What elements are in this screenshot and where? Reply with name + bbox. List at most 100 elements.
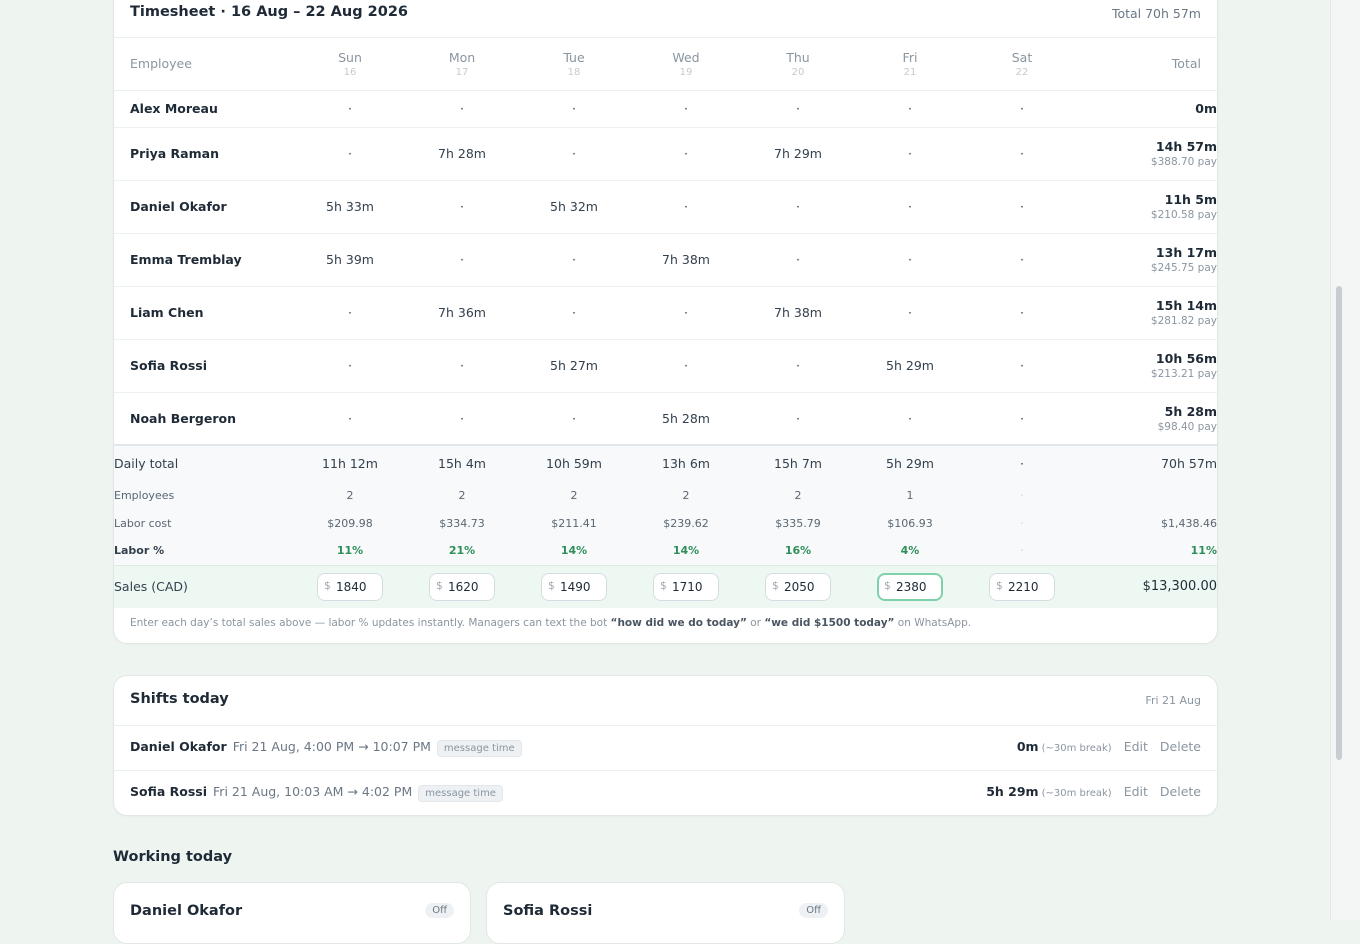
scrollbar-thumb[interactable] [1336,286,1342,760]
daily-total-row: Daily total 11h 12m 15h 4m 10h 59m 13h 6m 15h… [114,445,1217,481]
labor-cost-row: Labor cost $209.98 $334.73 $211.41 $239.62 $3… [114,509,1217,537]
working-employee-name: Sofia Rossi [503,903,593,919]
employee-total-hours: 10h 56m [1155,351,1217,366]
day-number: 18 [567,66,581,78]
hours-cell-thu: · [796,252,800,267]
dollar-icon: $ [548,579,555,592]
day-header-sat: Sat 22 [966,38,1078,90]
summary-cell-sun: 11% [336,544,364,558]
hours-cell-fri: · [908,252,912,267]
summary-cell-tue: 2 [570,488,578,502]
hours-cell-sun: · [348,358,352,373]
sales-input-box[interactable]: $ [317,572,383,601]
sales-cell-tue: $ [518,565,630,608]
employee-row: Alex Moreau · · · · · · · 0m [114,90,1217,127]
sales-cell-sun: $ [294,565,406,608]
table-header-row: Employee Sun 16 Mon 17 Tue 18 Wed 19 Thu 20 F… [114,38,1217,90]
day-name: Fri [902,49,918,65]
sales-input-fri[interactable] [896,576,938,597]
shifts-today-card: Shifts today Fri 21 Aug Daniel Okafor Fri… [113,675,1218,816]
summary-cell-tue: $211.41 [551,516,597,530]
hours-cell-tue: · [572,101,576,116]
shifts-title: Shifts today [130,691,229,707]
delete-shift-button[interactable]: Delete [1160,739,1201,754]
sales-cell-thu: $ [742,565,854,608]
hours-cell-tue: · [572,305,576,320]
sales-input-box[interactable]: $ [653,572,719,601]
hours-cell-sat: · [1020,146,1024,161]
timesheet-week-total: Total 70h 57m [1111,6,1201,21]
summary-cell-sun: 11h 12m [322,456,378,471]
summary-cell-fri: $106.93 [887,516,933,530]
working-employee-card[interactable]: Sofia Rossi Off [486,882,845,944]
edit-shift-button[interactable]: Edit [1124,784,1148,799]
dollar-icon: $ [884,579,891,592]
hours-cell-thu: 7h 29m [774,146,822,161]
working-employee-card[interactable]: Daniel Okafor Off [113,882,471,944]
sales-input-box[interactable]: $ [429,572,495,601]
sales-input-thu[interactable] [784,576,826,597]
page-scrollbar[interactable] [1330,0,1360,920]
timesheet-card: Timesheet · 16 Aug – 22 Aug 2026 Total 7… [113,0,1218,644]
sales-input-box[interactable]: $ [541,572,607,601]
sales-input-mon[interactable] [448,576,490,597]
summary-cell-wed: $239.62 [663,516,709,530]
employee-total-pay: $98.40 pay [1157,420,1217,433]
employee-row: Noah Bergeron · · · 5h 28m · · · 5h 28m $98.40 pa… [114,392,1217,445]
edit-shift-button[interactable]: Edit [1124,739,1148,754]
employee-name: Priya Raman [130,146,219,161]
timesheet-table: Employee Sun 16 Mon 17 Tue 18 Wed 19 Thu 20 F… [114,38,1217,608]
note-text-2: or [746,617,765,629]
employee-total-hours: 0m [1195,101,1217,116]
sales-input-box[interactable]: $ [765,572,831,601]
day-number: 21 [903,66,917,78]
shift-row: Daniel Okafor Fri 21 Aug, 4:00 PM → 10:07… [114,726,1217,771]
hours-cell-mon: · [460,199,464,214]
employee-total-cell: 15h 14m $281.82 pay [1078,286,1217,339]
sales-input-box[interactable]: $ [877,572,943,601]
note-example-1: “how did we do today” [610,617,747,629]
sales-total: $13,300.00 [1142,579,1217,595]
day-number: 22 [1015,66,1029,78]
summary-cell-sun: 2 [346,488,354,502]
hours-cell-tue: 5h 27m [550,358,598,373]
dollar-icon: $ [996,579,1003,592]
day-number: 19 [679,66,693,78]
summary-label: Employees [114,488,175,502]
sales-cell-fri: $ [854,565,966,608]
sales-input-sun[interactable] [336,576,378,597]
sales-input-tue[interactable] [560,576,602,597]
hours-cell-wed: · [684,305,688,320]
shift-time-range: Fri 21 Aug, 4:00 PM → 10:07 PM [232,739,431,754]
summary-total: 70h 57m [1161,456,1217,471]
employee-total-cell: 13h 17m $245.75 pay [1078,233,1217,286]
dollar-icon: $ [436,579,443,592]
shift-time-range: Fri 21 Aug, 10:03 AM → 4:02 PM [213,784,413,799]
dollar-icon: $ [324,579,331,592]
hours-cell-mon: · [460,358,464,373]
day-name: Wed [672,49,700,65]
day-number: 20 [791,66,805,78]
employee-total-pay: $245.75 pay [1150,262,1217,274]
day-header-wed: Wed 19 [630,38,742,90]
shift-break: (~30m break) [1041,788,1112,799]
day-number: 16 [343,66,357,78]
sales-input-box[interactable]: $ [989,572,1055,601]
summary-total: $1,438.46 [1161,516,1217,530]
employee-name: Alex Moreau [130,101,218,116]
shifts-date: Fri 21 Aug [1145,694,1201,707]
summary-cell-sat: · [1020,456,1024,471]
hours-cell-thu: · [796,199,800,214]
summary-cell-fri: 5h 29m [886,456,934,471]
sales-input-wed[interactable] [672,576,714,597]
sales-cell-mon: $ [406,565,518,608]
message-time-tag: message time [436,740,522,757]
summary-cell-fri: 4% [900,544,920,558]
hours-cell-wed: · [684,199,688,214]
total-column-header: Total [1171,56,1201,72]
delete-shift-button[interactable]: Delete [1160,784,1201,799]
sales-input-sat[interactable] [1008,576,1050,597]
hours-cell-mon: · [460,410,464,426]
employees-count-row: Employees 2 2 2 2 2 1 · [114,481,1217,509]
day-name: Tue [563,49,585,65]
